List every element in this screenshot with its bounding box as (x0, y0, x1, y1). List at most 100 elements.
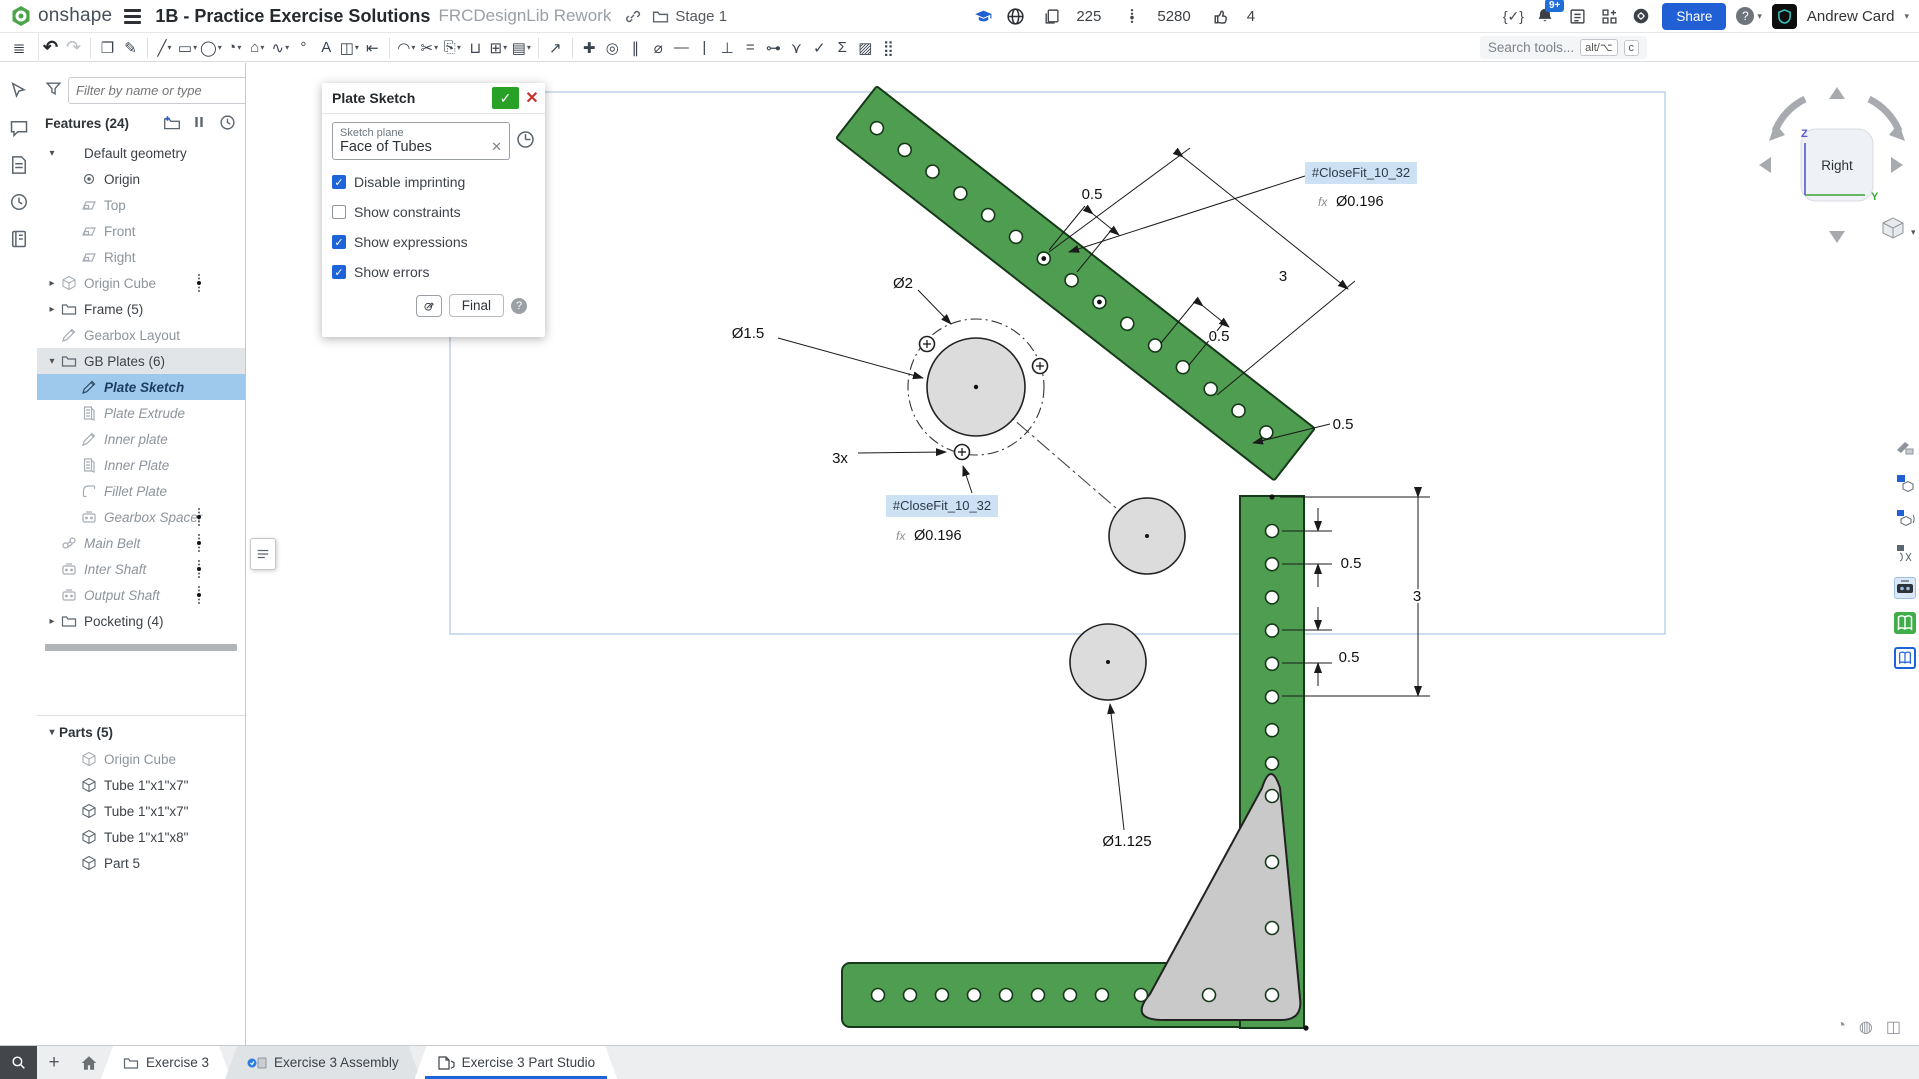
comments-icon[interactable] (9, 118, 29, 138)
dropdown-caret-icon[interactable]: ▾ (285, 43, 289, 52)
state-scrubber-icon[interactable] (195, 507, 203, 527)
dropdown-caret-icon[interactable]: ▾ (218, 43, 222, 52)
feature-right[interactable]: Right (37, 244, 245, 270)
perspective-icon[interactable]: ◍ (1859, 1017, 1873, 1037)
feature-top[interactable]: Top (37, 192, 245, 218)
help-icon[interactable]: ? (1736, 7, 1755, 25)
docs-library-icon[interactable] (1894, 647, 1916, 669)
closefit-top-diameter[interactable]: Ø0.196 (1336, 194, 1384, 210)
workspace-location[interactable]: Stage 1 (675, 8, 727, 25)
import-dxf-icon[interactable]: ▤ ▾ (510, 35, 533, 61)
plate-hole[interactable] (870, 987, 886, 1003)
dropdown-caret-icon[interactable]: ▾ (527, 43, 531, 52)
feature-plate-extrude[interactable]: Plate Extrude (37, 400, 245, 426)
dim-bar-mid[interactable]: 0.5 (1207, 326, 1232, 347)
constraint-vertical-icon[interactable]: | (693, 35, 716, 61)
sketch-mode-button[interactable] (415, 294, 442, 317)
plate-hole[interactable] (1030, 987, 1046, 1003)
undo-icon[interactable]: ↶ (39, 35, 62, 61)
feature-default-geometry[interactable]: ▾ Default geometry (37, 140, 245, 166)
plate-hole[interactable] (1264, 722, 1280, 738)
tab-exercise-3-part-studio[interactable]: Exercise 3 Part Studio (415, 1046, 618, 1079)
user-name[interactable]: Andrew Card (1807, 8, 1895, 25)
dropdown-caret-icon[interactable]: ▾ (411, 43, 415, 52)
feature-frame-5[interactable]: ▸ Frame (5) (37, 296, 245, 322)
configurations-icon[interactable] (1894, 507, 1916, 529)
dropdown-caret-icon[interactable]: ▾ (260, 43, 264, 52)
trim-icon[interactable]: ✂ ▾ (418, 35, 441, 61)
render-mode-icon[interactable]: ◔ (1836, 1017, 1846, 1037)
tab-search-button[interactable] (0, 1046, 37, 1079)
app-store-icon[interactable] (1598, 5, 1620, 27)
avatar[interactable] (1771, 3, 1797, 29)
tasks-icon[interactable] (1566, 5, 1588, 27)
constraint-tangent-icon[interactable]: ⌀ (647, 35, 670, 61)
checkbox-icon[interactable]: ✓ (332, 265, 346, 279)
document-title[interactable]: 1B - Practice Exercise Solutions (155, 6, 430, 27)
copy-link-icon[interactable] (621, 5, 643, 27)
sketch-pattern-icon[interactable]: ⊞ ▾ (487, 35, 510, 61)
suppress-pause-icon[interactable] (191, 114, 209, 132)
part-tube-1-x1-x8[interactable]: Tube 1"x1"x8" (37, 824, 245, 850)
state-scrubber-icon[interactable] (195, 559, 203, 579)
plate-hole[interactable] (998, 987, 1014, 1003)
deferred-clock-icon[interactable] (516, 130, 535, 149)
rollback-bar[interactable] (45, 644, 237, 651)
state-scrubber-icon[interactable] (195, 585, 203, 605)
plate-hole[interactable] (966, 987, 982, 1003)
constraint-fix-icon[interactable]: ⣿ (877, 35, 900, 61)
closefit-badge-top[interactable]: #CloseFit_10_32 fx Ø0.196 (1305, 162, 1417, 210)
insert-dxf-icon[interactable]: ❐ (96, 35, 119, 61)
tree-chevron-icon[interactable]: ▸ (45, 304, 59, 315)
constraint-parallel-icon[interactable]: ∥ (624, 35, 647, 61)
dim-bar-spacing[interactable]: 0.5 (1080, 184, 1105, 205)
variables-icon[interactable] (1894, 542, 1916, 564)
dropdown-caret-icon[interactable]: ▾ (193, 43, 197, 52)
appearance-panel-icon[interactable] (1894, 437, 1916, 459)
feature-inner-plate[interactable]: Inner plate (37, 426, 245, 452)
feature-output-shaft[interactable]: Output Shaft (37, 582, 245, 608)
checkbox-icon[interactable] (332, 205, 346, 219)
dia-small-circle[interactable]: Ø1.125 (1100, 831, 1153, 852)
feature-gb-plates-6[interactable]: ▾ GB Plates (6) (37, 348, 245, 374)
gusset-plate[interactable] (1133, 773, 1302, 1021)
dim-right-len[interactable]: 3 (1411, 586, 1423, 607)
sketch-repair-icon[interactable]: ✎ (119, 35, 142, 61)
home-tab-button[interactable] (71, 1046, 107, 1079)
plate-hole[interactable] (1133, 987, 1149, 1003)
plate-hole[interactable] (934, 987, 950, 1003)
bearing-hole-sketch[interactable] (907, 318, 1049, 461)
feature-origin-cube[interactable]: ▸ Origin Cube (37, 270, 245, 296)
plate-hole[interactable] (1264, 920, 1280, 936)
tree-chevron-icon[interactable]: ▾ (45, 356, 59, 367)
feature-fillet-plate[interactable]: Fillet Plate (37, 478, 245, 504)
feature-front[interactable]: Front (37, 218, 245, 244)
isometric-cube-icon[interactable] (1882, 217, 1904, 239)
dialog-help-icon[interactable]: ? (511, 297, 527, 314)
spline-icon[interactable]: ∿ ▾ (269, 35, 292, 61)
constraint-equal-icon[interactable]: = (739, 35, 762, 61)
part-part-5[interactable]: Part 5 (37, 850, 245, 876)
dropdown-caret-icon[interactable]: ▾ (168, 43, 172, 52)
final-button[interactable]: Final (448, 294, 504, 317)
constraint-symmetric-icon[interactable]: ⋎ (785, 35, 808, 61)
part-tube-1-x1-x7[interactable]: Tube 1"x1"x7" (37, 772, 245, 798)
versions-check-icon[interactable]: {✓} (1502, 5, 1524, 27)
plate-hole[interactable] (1264, 590, 1280, 605)
main-menu-icon[interactable] (124, 8, 142, 24)
parts-chevron-icon[interactable]: ▾ (45, 727, 59, 738)
dim-bar-low[interactable]: 0.5 (1331, 414, 1356, 435)
notebook-icon[interactable] (9, 229, 29, 249)
feature-plate-sketch[interactable]: Plate Sketch (37, 374, 245, 400)
design-library-icon[interactable] (1894, 612, 1916, 634)
text-icon[interactable]: A (315, 35, 338, 61)
checkbox-show-expressions[interactable]: ✓ Show expressions (332, 234, 535, 250)
share-button[interactable]: Share (1662, 2, 1727, 30)
feature-gearbox-layout[interactable]: Gearbox Layout (37, 322, 245, 348)
tree-chevron-icon[interactable]: ▸ (45, 278, 59, 289)
feature-filter-input[interactable] (68, 77, 245, 104)
linear-pattern-icon[interactable]: ⇤ (361, 35, 384, 61)
part-origin-cube[interactable]: Origin Cube (37, 746, 245, 772)
checkbox-icon[interactable]: ✓ (332, 235, 346, 249)
dia-bolt-circle[interactable]: Ø2 (891, 273, 915, 294)
